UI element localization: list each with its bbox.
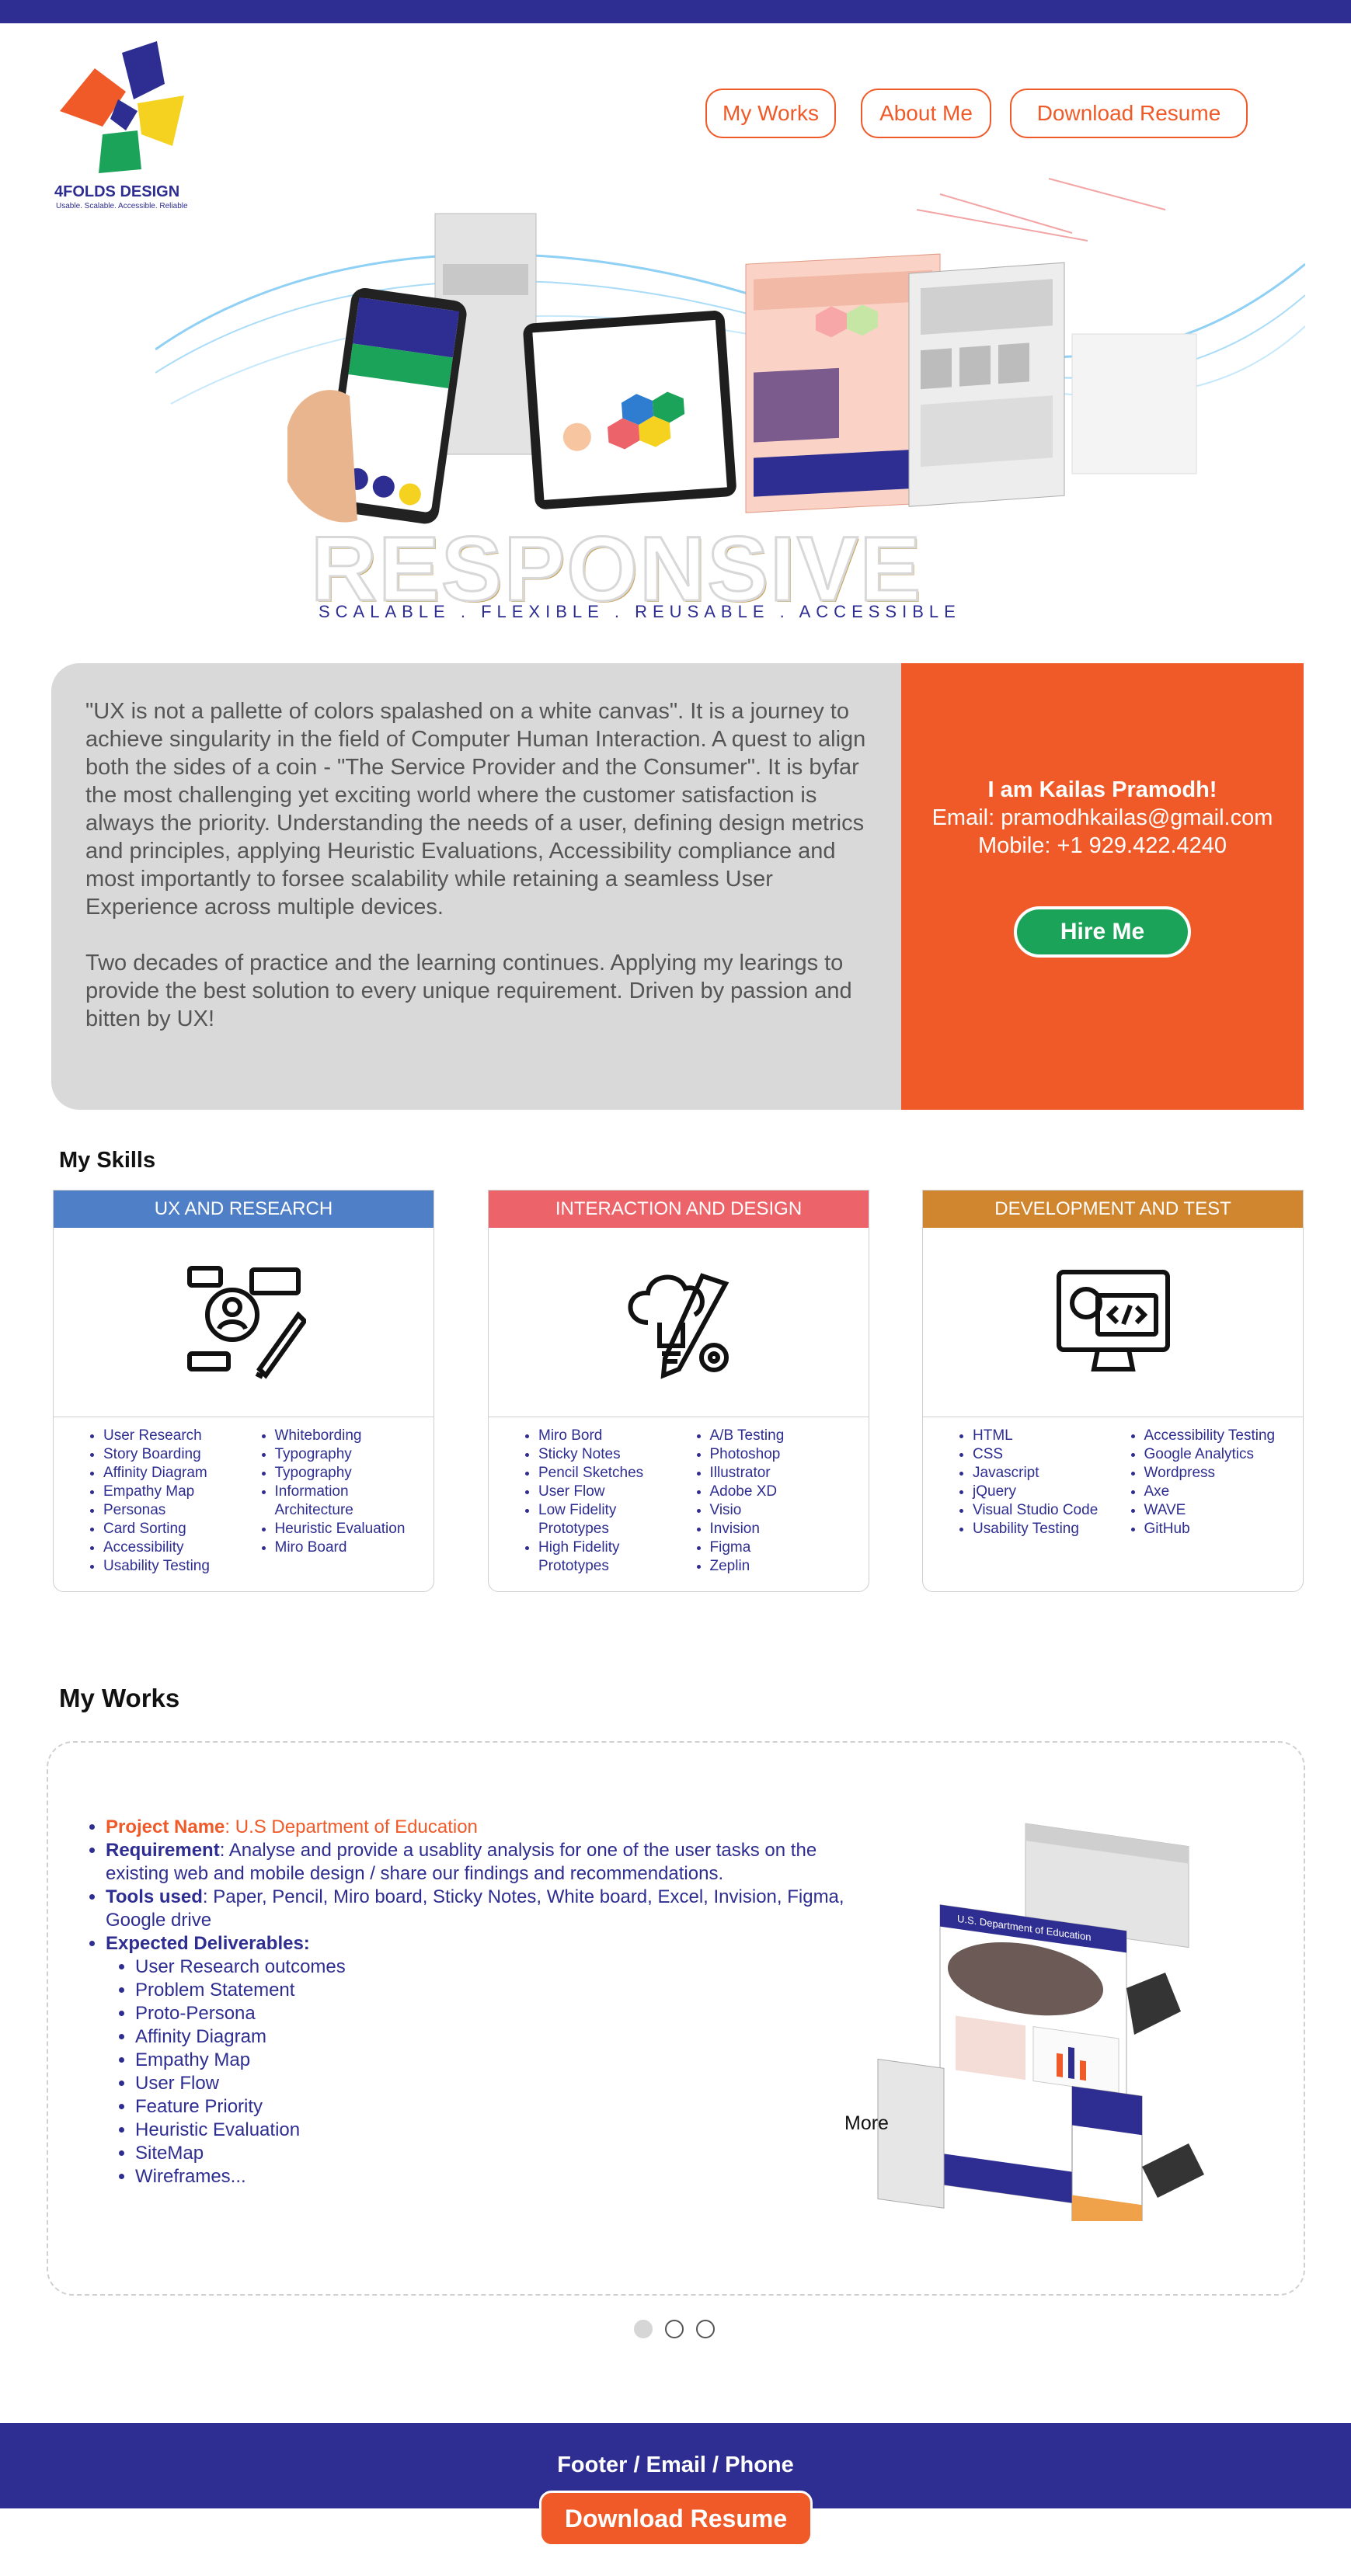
skills-title: My Skills — [59, 1148, 156, 1173]
footer-download-resume-button[interactable]: Download Resume — [539, 2491, 813, 2546]
contact-panel: I am Kailas Pramodh! Email: pramodhkaila… — [901, 663, 1304, 1110]
tools-value: : Paper, Pencil, Miro board, Sticky Note… — [106, 1886, 844, 1931]
list-item: Low Fidelity Prototypes — [538, 1501, 679, 1538]
contact-email: Email: pramodhkailas@gmail.com — [931, 805, 1273, 830]
list-item: Story Boarding — [103, 1445, 244, 1464]
list-item: Card Sorting — [103, 1520, 244, 1538]
deliverables-item: Expected Deliverables: User Research out… — [106, 1932, 883, 2188]
list-item: Wordpress — [1144, 1464, 1285, 1483]
list-item: Heuristic Evaluation — [135, 2119, 883, 2142]
list-item: Zeplin — [710, 1557, 851, 1576]
list-item: Typography — [275, 1445, 416, 1464]
list-item: Google Analytics — [1144, 1445, 1285, 1464]
list-item: HTML — [973, 1427, 1113, 1445]
list-item: Affinity Diagram — [135, 2025, 883, 2049]
hire-me-button[interactable]: Hire Me — [1014, 906, 1191, 958]
list-item: Whitebording — [275, 1427, 416, 1445]
list-item: CSS — [973, 1445, 1113, 1464]
list-item: User Research — [103, 1427, 244, 1445]
list-item: Affinity Diagram — [103, 1464, 244, 1483]
list-item: Adobe XD — [710, 1483, 851, 1501]
carousel-dot-3[interactable] — [696, 2320, 715, 2338]
footer-text: Footer / Email / Phone — [557, 2453, 794, 2477]
list-item: Heuristic Evaluation — [275, 1520, 416, 1538]
skill-card-header: INTERACTION AND DESIGN — [489, 1191, 869, 1228]
list-item: Feature Priority — [135, 2095, 883, 2119]
list-item: Problem Statement — [135, 1979, 883, 2002]
contact-phone: Mobile: +1 929.422.4240 — [977, 833, 1227, 858]
hero-subtitle: SCALABLE . FLEXIBLE . REUSABLE . ACCESSI… — [319, 602, 961, 621]
project-mockup-illustration: U.S. Department of Education — [877, 1823, 1204, 2221]
more-link[interactable]: More — [844, 2112, 889, 2135]
list-item: Usability Testing — [103, 1557, 244, 1576]
deliverables-label: Expected Deliverables: — [106, 1933, 310, 1954]
list-item: Sticky Notes — [538, 1445, 679, 1464]
skills-list-left: User Research Story Boarding Affinity Di… — [72, 1427, 244, 1576]
nav-about-me-button[interactable]: About Me — [861, 89, 991, 138]
ux-research-icon — [54, 1228, 434, 1417]
development-monitor-icon — [923, 1228, 1303, 1417]
nav-my-works-button[interactable]: My Works — [705, 89, 836, 138]
list-item: Wireframes... — [135, 2165, 883, 2188]
skill-card-header: UX AND RESEARCH — [54, 1191, 434, 1228]
list-item: Axe — [1144, 1483, 1285, 1501]
list-item: User Flow — [135, 2072, 883, 2095]
list-item: Pencil Sketches — [538, 1464, 679, 1483]
skills-list-right: A/B Testing Photoshop Illustrator Adobe … — [679, 1427, 851, 1576]
skill-card-development-test: DEVELOPMENT AND TEST HTML CSS Javascript… — [922, 1190, 1304, 1592]
list-item: SiteMap — [135, 2142, 883, 2165]
list-item: Figma — [710, 1538, 851, 1557]
nav-download-resume-button[interactable]: Download Resume — [1010, 89, 1248, 138]
top-bar — [0, 0, 1351, 23]
carousel-dot-2[interactable] — [665, 2320, 684, 2338]
list-item: Photoshop — [710, 1445, 851, 1464]
list-item: Illustrator — [710, 1464, 851, 1483]
list-item: Information Architecture — [275, 1483, 416, 1520]
list-item: User Research outcomes — [135, 1955, 883, 1979]
list-item: A/B Testing — [710, 1427, 851, 1445]
requirement-item: Requirement: Analyse and provide a usabl… — [106, 1839, 883, 1886]
list-item: Usability Testing — [973, 1520, 1113, 1538]
list-item: User Flow — [538, 1483, 679, 1501]
intro-paragraph-2: Two decades of practice and the learning… — [85, 951, 852, 1031]
project-name-item: Project Name: U.S Department of Educatio… — [106, 1816, 883, 1839]
list-item: Invision — [710, 1520, 851, 1538]
list-item: Accessibility — [103, 1538, 244, 1557]
deliverables-list: User Research outcomes Problem Statement… — [106, 1955, 883, 2188]
project-name-value: : U.S Department of Education — [225, 1816, 478, 1837]
list-item: Proto-Persona — [135, 2002, 883, 2025]
tools-label: Tools used — [106, 1886, 203, 1907]
skills-list-right: Accessibility Testing Google Analytics W… — [1113, 1427, 1285, 1538]
list-item: Javascript — [973, 1464, 1113, 1483]
skills-list-left: Miro Bord Sticky Notes Pencil Sketches U… — [507, 1427, 679, 1576]
intro-text-box: "UX is not a pallette of colors spalashe… — [51, 663, 903, 1110]
list-item: Miro Bord — [538, 1427, 679, 1445]
project-name-label: Project Name — [106, 1816, 225, 1837]
list-item: Personas — [103, 1501, 244, 1520]
list-item: GitHub — [1144, 1520, 1285, 1538]
project-details-list: Project Name: U.S Department of Educatio… — [106, 1816, 883, 2188]
carousel-dot-1[interactable] — [634, 2320, 653, 2338]
list-item: Typography — [275, 1464, 416, 1483]
list-item: WAVE — [1144, 1501, 1285, 1520]
skills-list-left: HTML CSS Javascript jQuery Visual Studio… — [942, 1427, 1113, 1538]
skill-card-ux-research: UX AND RESEARCH User Research Story Boar… — [53, 1190, 434, 1592]
list-item: High Fidelity Prototypes — [538, 1538, 679, 1576]
skill-card-interaction-design: INTERACTION AND DESIGN Miro Bord Sticky … — [488, 1190, 869, 1592]
list-item: jQuery — [973, 1483, 1113, 1501]
requirement-label: Requirement — [106, 1840, 220, 1861]
skill-card-header: DEVELOPMENT AND TEST — [923, 1191, 1303, 1228]
list-item: Visual Studio Code — [973, 1501, 1113, 1520]
skills-list-right: Whitebording Typography Typography Infor… — [244, 1427, 416, 1576]
list-item: Empathy Map — [103, 1483, 244, 1501]
tools-item: Tools used: Paper, Pencil, Miro board, S… — [106, 1886, 883, 1932]
list-item: Visio — [710, 1501, 851, 1520]
interaction-design-icon — [489, 1228, 869, 1417]
intro-paragraph-1: "UX is not a pallette of colors spalashe… — [85, 699, 866, 920]
list-item: Accessibility Testing — [1144, 1427, 1285, 1445]
contact-name: I am Kailas Pramodh! — [987, 777, 1217, 802]
list-item: Empathy Map — [135, 2049, 883, 2072]
works-title: My Works — [59, 1684, 180, 1712]
list-item: Miro Board — [275, 1538, 416, 1557]
